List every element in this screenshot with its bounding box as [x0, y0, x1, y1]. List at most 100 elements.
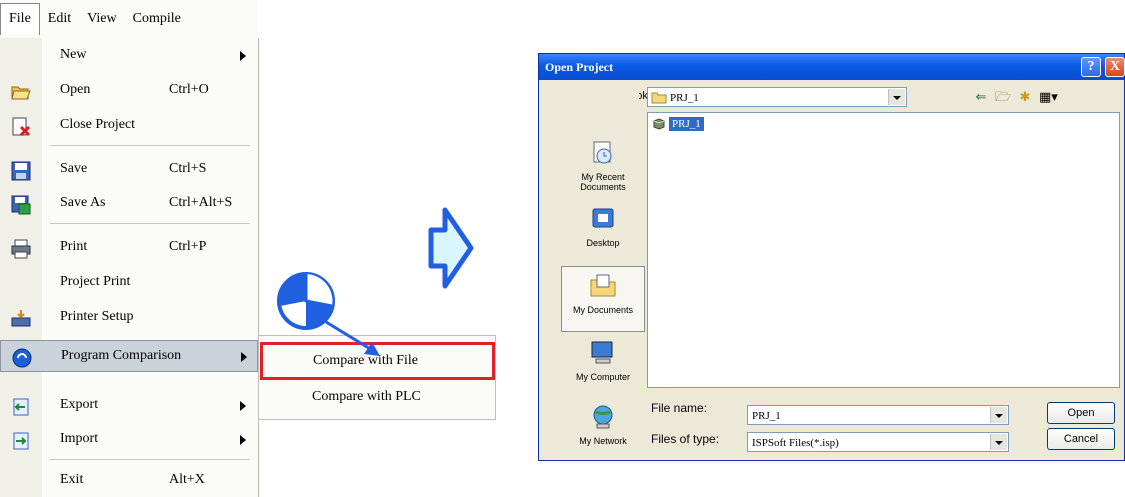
- place-label: My Computer: [575, 372, 630, 382]
- menu-item-project-print[interactable]: Project Print: [0, 267, 258, 299]
- new-folder-icon[interactable]: ✱: [1017, 89, 1033, 105]
- view-menu-icon[interactable]: ▦▾: [1039, 89, 1058, 105]
- submenu-arrow-icon: [240, 401, 246, 411]
- pointer-arrow-icon: [325, 320, 380, 356]
- menu-item-shortcut: Ctrl+O: [169, 82, 209, 97]
- open-button[interactable]: Open: [1047, 402, 1115, 424]
- submenu-arrow-icon: [241, 352, 247, 362]
- close-button[interactable]: X: [1105, 57, 1125, 77]
- project-file-icon: [653, 118, 665, 130]
- save-as-icon: [11, 195, 31, 215]
- printer-setup-icon: [11, 310, 31, 327]
- file-name-label: File name:: [651, 401, 708, 415]
- file-name: PRJ_1: [669, 117, 704, 131]
- my-computer-icon: [591, 341, 613, 364]
- menu-compile[interactable]: Compile: [125, 4, 189, 34]
- file-type-dropdown[interactable]: ISPSoft Files(*.isp): [747, 432, 1009, 452]
- printer-icon: [11, 239, 31, 259]
- submenu-arrow-icon: [240, 51, 246, 61]
- file-name-input[interactable]: PRJ_1: [747, 405, 1009, 425]
- look-in-value: PRJ_1: [670, 92, 699, 104]
- step-callout: [277, 272, 380, 356]
- next-step-arrow-icon: [428, 207, 474, 289]
- menu-item-print[interactable]: Print Ctrl+P: [0, 232, 258, 264]
- folder-icon: [651, 92, 667, 104]
- menu-separator: [50, 223, 250, 224]
- place-label: My Documents: [572, 305, 634, 315]
- menu-item-exit[interactable]: Exit Alt+X: [0, 465, 258, 497]
- menu-bar: File Edit View Compile: [0, 0, 258, 39]
- compare-with-plc-item[interactable]: Compare with PLC: [259, 381, 495, 415]
- menu-separator: [50, 459, 250, 460]
- place-label: Desktop: [586, 238, 620, 248]
- step-indicator-icon: [277, 272, 335, 330]
- submenu-arrow-icon: [240, 435, 246, 445]
- menu-item-close-project[interactable]: Close Project: [0, 110, 258, 142]
- place-label: My Network: [579, 436, 627, 446]
- menu-item-new[interactable]: New: [0, 40, 258, 72]
- open-project-dialog: Open Project ? X Look in: PRJ_1 ⇐ 🗁 ✱ ▦▾…: [538, 53, 1125, 461]
- desktop-icon: [592, 208, 614, 228]
- chevron-down-icon[interactable]: [990, 407, 1007, 423]
- menu-item-label: Exit: [60, 472, 84, 487]
- menu-item-shortcut: Ctrl+Alt+S: [169, 195, 233, 210]
- file-type-value: ISPSoft Files(*.isp): [752, 437, 839, 449]
- dialog-title-bar: Open Project ? X: [539, 54, 1125, 80]
- places-bar: My Recent Documents Desktop My Documents…: [547, 84, 645, 454]
- menu-separator: [50, 145, 250, 146]
- place-my-computer[interactable]: My Computer: [561, 334, 645, 400]
- file-type-label: Files of type:: [651, 432, 720, 446]
- program-comparison-icon: [12, 348, 32, 368]
- menu-item-label: Close Project: [60, 117, 136, 132]
- menu-item-save[interactable]: Save Ctrl+S: [0, 154, 258, 186]
- menu-item-shortcut: Ctrl+S: [169, 161, 207, 176]
- menu-item-label: Open: [60, 82, 91, 97]
- place-my-documents[interactable]: My Documents: [561, 266, 645, 332]
- import-icon: [13, 432, 29, 450]
- menu-item-import[interactable]: Import: [0, 424, 258, 456]
- export-icon: [13, 398, 29, 416]
- menu-item-label: Project Print: [60, 274, 131, 289]
- menu-view[interactable]: View: [79, 4, 124, 34]
- file-name-value: PRJ_1: [752, 410, 781, 422]
- place-my-recent-documents[interactable]: My Recent Documents: [561, 134, 645, 200]
- menu-item-label: Program Comparison: [61, 348, 182, 363]
- menu-item-program-comparison[interactable]: Program Comparison: [0, 340, 258, 372]
- my-documents-icon: [590, 274, 616, 297]
- help-button[interactable]: ?: [1081, 57, 1101, 77]
- menu-item-label: Save: [60, 161, 88, 176]
- menu-item-export[interactable]: Export: [0, 390, 258, 422]
- back-arrow-icon[interactable]: ⇐: [973, 89, 989, 105]
- menu-item-shortcut: Ctrl+P: [169, 239, 207, 254]
- menu-item-open[interactable]: Open Ctrl+O: [0, 75, 258, 107]
- save-disk-icon: [11, 161, 31, 181]
- menu-item-save-as[interactable]: Save As Ctrl+Alt+S: [0, 188, 258, 220]
- menu-item-label: Save As: [60, 195, 106, 210]
- place-desktop[interactable]: Desktop: [561, 200, 645, 266]
- dialog-title: Open Project: [545, 60, 614, 74]
- cancel-button[interactable]: Cancel: [1047, 428, 1115, 450]
- file-menu: New Open Ctrl+O Close Project Save Ctrl+…: [0, 38, 259, 497]
- chevron-down-icon[interactable]: [888, 89, 905, 105]
- menu-file[interactable]: File: [0, 3, 40, 35]
- menu-item-label: Import: [60, 431, 99, 446]
- menu-item-shortcut: Alt+X: [169, 472, 205, 487]
- close-project-icon: [12, 117, 31, 137]
- up-folder-icon[interactable]: 🗁: [995, 89, 1011, 105]
- place-label: My Recent Documents: [580, 172, 626, 192]
- menu-edit[interactable]: Edit: [40, 4, 79, 34]
- recent-documents-icon: [593, 141, 612, 164]
- file-item[interactable]: PRJ_1: [652, 117, 704, 131]
- open-folder-icon: [11, 86, 31, 100]
- place-my-network[interactable]: My Network: [561, 398, 645, 464]
- my-network-icon: [593, 405, 613, 429]
- submenu-item-label: Compare with PLC: [312, 389, 421, 404]
- menu-item-label: Printer Setup: [60, 309, 134, 324]
- look-in-dropdown[interactable]: PRJ_1: [647, 87, 907, 107]
- menu-item-printer-setup[interactable]: Printer Setup: [0, 302, 258, 334]
- menu-item-label: Print: [60, 239, 88, 254]
- menu-item-label: Export: [60, 397, 99, 412]
- chevron-down-icon[interactable]: [990, 434, 1007, 450]
- file-list[interactable]: PRJ_1: [647, 112, 1120, 388]
- dialog-toolbar: ⇐ 🗁 ✱ ▦▾: [973, 89, 1058, 105]
